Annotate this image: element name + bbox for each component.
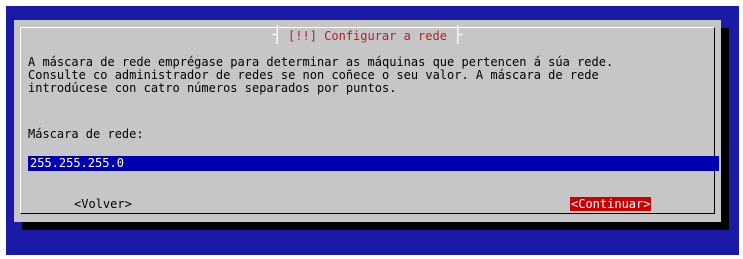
title-left-tick: ┤ [272,25,283,44]
configure-network-dialog: ┤ [!!] Configurar a rede ├ A máscara de re… [14,20,721,222]
dialog-title: [!!] Configurar a rede [282,29,453,43]
back-button[interactable]: <Volver> [74,198,132,211]
netmask-label: Máscara de rede: [28,127,144,141]
netmask-input[interactable] [28,156,719,171]
installer-screen: ┤ [!!] Configurar a rede ├ A máscara de re… [6,6,739,255]
netmask-description: A máscara de rede emprégase para determi… [28,55,614,95]
continue-button[interactable]: <Continuar> [570,197,652,211]
dialog-title-bar: ┤ [!!] Configurar a rede ├ [21,25,714,44]
title-right-tick: ├ [452,25,463,44]
